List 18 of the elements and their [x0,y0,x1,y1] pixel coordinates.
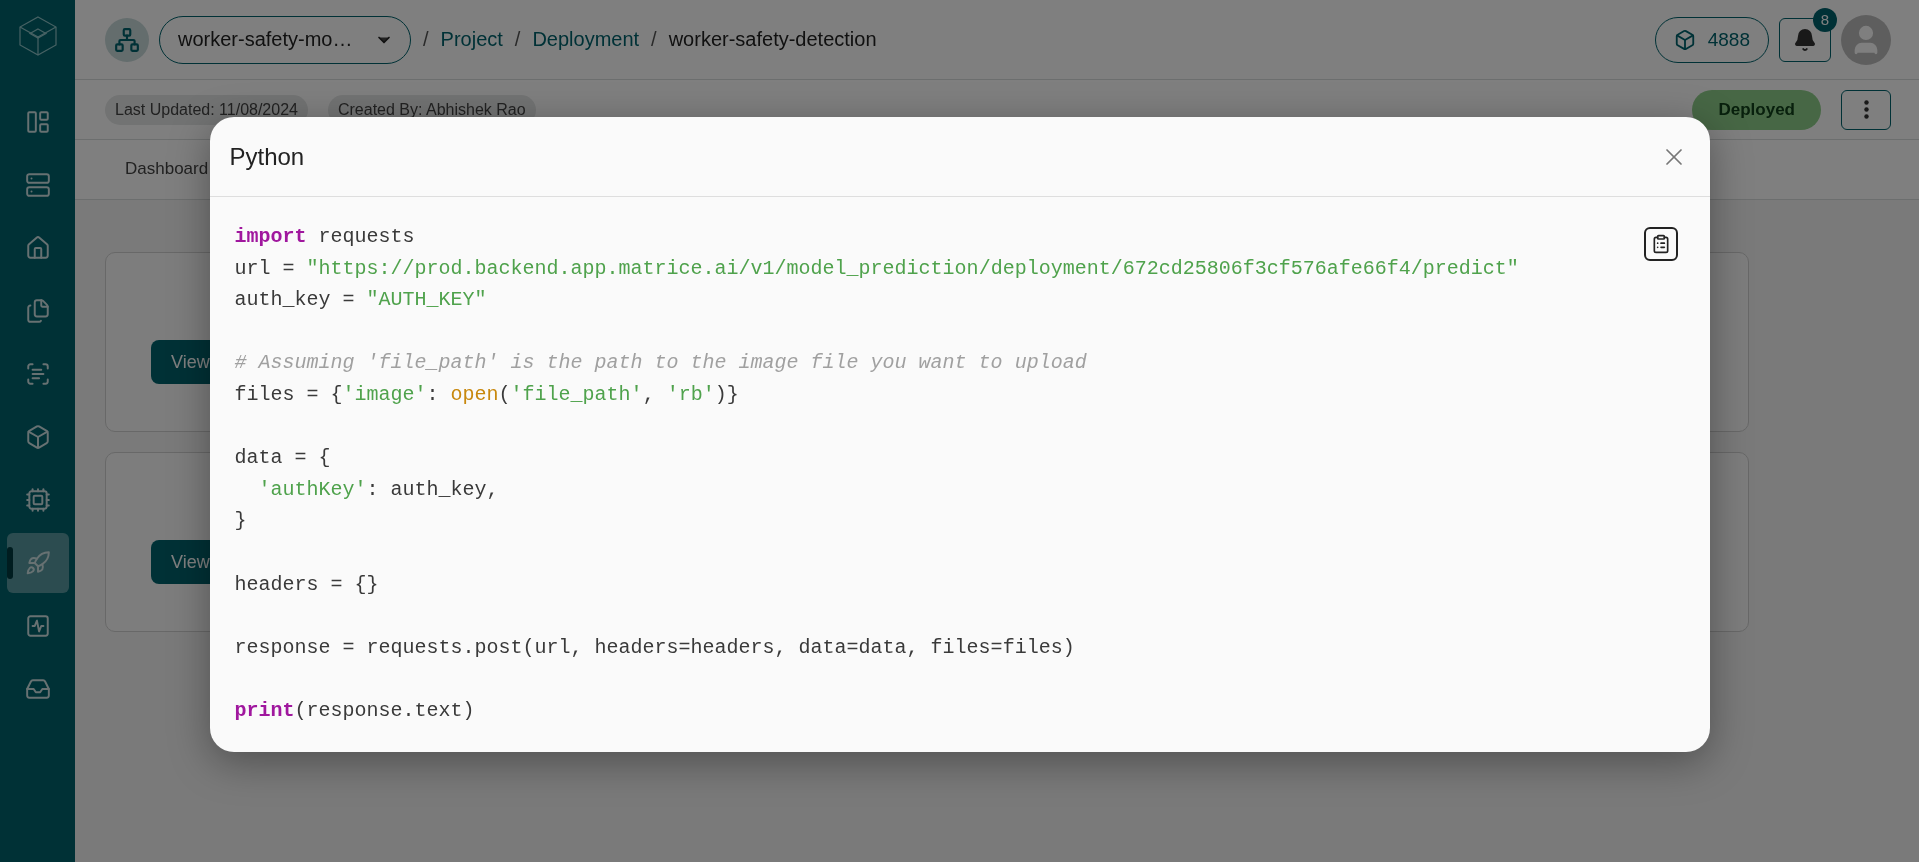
code-line: url = "https://prod.backend.app.matrice.ai/v1/model_prediction/deployment/672cd25806f3cf576afe66f4/predict" [234,255,1519,282]
code-line: data = { [234,445,331,472]
info-chip: Last Updated: 11/08/2024 [105,94,308,125]
code-line: auth_key = "AUTH_KEY" [234,287,487,314]
code-line: files = {'image': open('file_path', 'rb')} [234,381,739,408]
code-line: import requests [234,224,415,250]
notification-count: 8 [1813,7,1837,32]
breadcrumb-separator: / [423,28,429,51]
code-line: 'authKey': auth_key, [258,476,499,503]
code-line: response = requests.post(url, headers=headers, data=data, files=files) [234,634,1075,661]
code-line: # Assuming 'file_path' is the path to the image file you want to upload [234,350,1087,377]
code-line: } [234,508,247,535]
breadcrumb-separator: / [514,28,521,51]
code-line: headers = {} [234,571,379,598]
dialog-title: Python [229,142,305,171]
code-line: print(response.text) [234,697,475,724]
status-badge: Deployed [1692,89,1821,130]
breadcrumb-separator: / [651,28,657,51]
